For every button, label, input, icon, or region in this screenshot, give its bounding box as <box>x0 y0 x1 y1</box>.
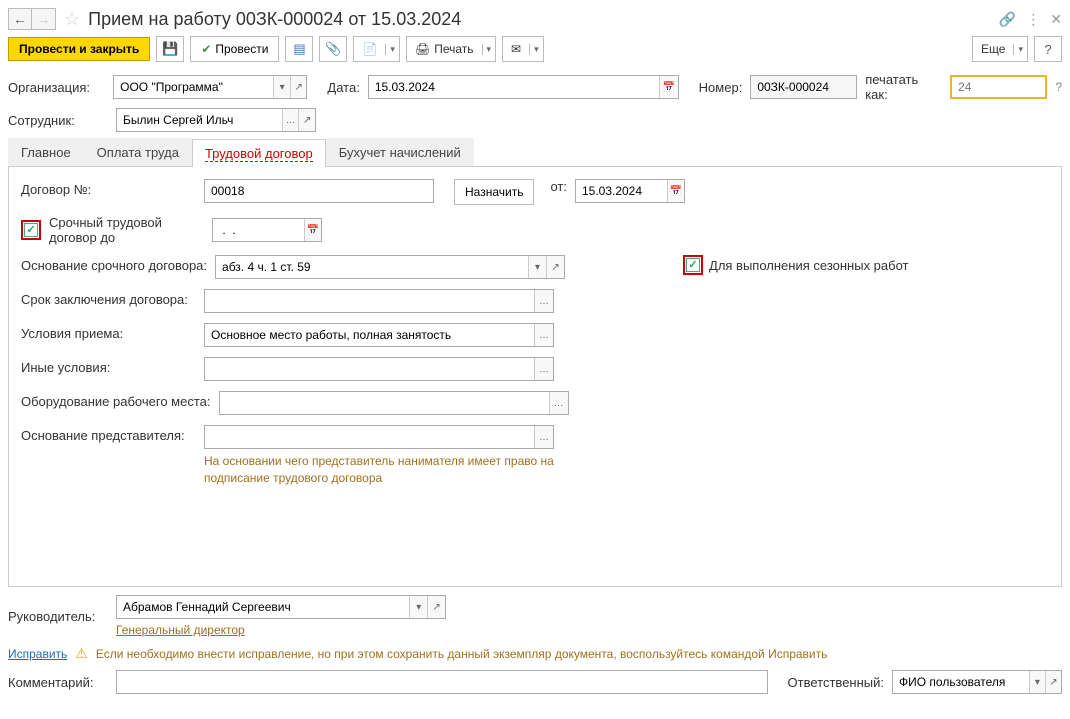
equipment-input[interactable] <box>220 392 549 414</box>
contract-from-label: от: <box>550 179 567 194</box>
fixed-term-date-input[interactable] <box>213 219 304 241</box>
favorite-star-icon[interactable]: ☆ <box>64 9 80 30</box>
window-title: Прием на работу 00ЗК-000024 от 15.03.202… <box>88 9 993 30</box>
employee-select-icon[interactable]: … <box>282 109 299 131</box>
contract-number-label: Договор №: <box>21 179 196 197</box>
other-select-icon[interactable]: … <box>534 358 553 380</box>
nav-back-button[interactable]: ← <box>8 8 32 30</box>
date-calendar-icon[interactable]: 📅 <box>659 76 678 98</box>
close-window-icon[interactable]: ✕ <box>1050 11 1062 28</box>
org-label: Организация: <box>8 80 105 95</box>
contract-number-input[interactable] <box>205 180 433 202</box>
assign-button[interactable]: Назначить <box>454 179 534 205</box>
folder-combo-button[interactable]: 📄▾ <box>353 36 399 62</box>
responsible-dropdown-icon[interactable]: ▾ <box>1029 671 1045 693</box>
rep-basis-hint: На основании чего представитель нанимате… <box>204 453 554 487</box>
number-input[interactable] <box>751 76 856 98</box>
post-button[interactable]: ✔Провести <box>190 36 279 62</box>
basis-input[interactable] <box>216 256 528 278</box>
manager-input[interactable] <box>117 596 409 618</box>
warning-icon: ⚠ <box>75 645 88 662</box>
document-icon-button[interactable]: ▤ <box>285 36 313 62</box>
rep-basis-select-icon[interactable]: … <box>534 426 553 448</box>
basis-label: Основание срочного договора: <box>21 255 207 273</box>
rep-basis-input[interactable] <box>205 426 534 448</box>
attach-button[interactable]: 📎 <box>319 36 347 62</box>
post-and-close-button[interactable]: Провести и закрыть <box>8 37 150 61</box>
tab-contract[interactable]: Трудовой договор <box>192 139 326 167</box>
print-as-help-icon[interactable]: ? <box>1055 80 1062 94</box>
manager-position-link[interactable]: Генеральный директор <box>116 623 245 637</box>
basis-open-icon[interactable]: ↗ <box>546 256 564 278</box>
more-vertical-icon[interactable]: ⋮ <box>1026 11 1040 28</box>
responsible-label: Ответственный: <box>788 675 884 690</box>
org-dropdown-icon[interactable]: ▾ <box>273 76 290 98</box>
more-button[interactable]: Еще▾ <box>972 36 1028 62</box>
fixed-term-label: Срочный трудовой договор до <box>49 215 204 245</box>
term-select-icon[interactable]: … <box>534 290 553 312</box>
employee-input[interactable] <box>117 109 282 131</box>
manager-open-icon[interactable]: ↗ <box>427 596 445 618</box>
tab-main[interactable]: Главное <box>8 138 84 166</box>
help-button[interactable]: ? <box>1034 36 1062 62</box>
responsible-input[interactable] <box>893 671 1029 693</box>
tab-accounting[interactable]: Бухучет начислений <box>326 138 474 166</box>
seasonal-checkbox[interactable] <box>686 258 700 272</box>
print-as-label: печатать как: <box>865 72 942 102</box>
manager-dropdown-icon[interactable]: ▾ <box>409 596 427 618</box>
comment-input[interactable] <box>117 671 767 693</box>
conditions-input[interactable] <box>205 324 534 346</box>
equipment-label: Оборудование рабочего места: <box>21 391 211 409</box>
contract-from-calendar-icon[interactable]: 📅 <box>667 180 684 202</box>
responsible-open-icon[interactable]: ↗ <box>1045 671 1061 693</box>
rep-basis-label: Основание представителя: <box>21 425 196 443</box>
comment-label: Комментарий: <box>8 675 108 690</box>
other-input[interactable] <box>205 358 534 380</box>
term-label: Срок заключения договора: <box>21 289 196 307</box>
nav-forward-button[interactable]: → <box>32 8 56 30</box>
employee-label: Сотрудник: <box>8 113 108 128</box>
other-label: Иные условия: <box>21 357 196 375</box>
date-label: Дата: <box>327 80 359 95</box>
equipment-select-icon[interactable]: … <box>549 392 568 414</box>
tab-payment[interactable]: Оплата труда <box>84 138 192 166</box>
print-as-input[interactable] <box>952 77 1045 97</box>
manager-label: Руководитель: <box>8 609 108 624</box>
conditions-select-icon[interactable]: … <box>534 324 553 346</box>
contract-from-input[interactable] <box>576 180 667 202</box>
employee-open-icon[interactable]: ↗ <box>298 109 315 131</box>
org-input[interactable] <box>114 76 273 98</box>
fix-hint: Если необходимо внести исправление, но п… <box>96 647 828 661</box>
basis-dropdown-icon[interactable]: ▾ <box>528 256 546 278</box>
print-button[interactable]: 🖨 Печать▾ <box>406 36 496 62</box>
save-button[interactable]: 💾 <box>156 36 184 62</box>
conditions-label: Условия приема: <box>21 323 196 341</box>
fixed-term-checkbox[interactable] <box>24 223 38 237</box>
term-input[interactable] <box>205 290 534 312</box>
mail-combo-button[interactable]: ✉▾ <box>502 36 544 62</box>
link-icon[interactable]: 🔗 <box>999 11 1016 28</box>
fix-link[interactable]: Исправить <box>8 647 67 661</box>
number-label: Номер: <box>699 80 743 95</box>
fixed-term-calendar-icon[interactable]: 📅 <box>304 219 321 241</box>
date-input[interactable] <box>369 76 659 98</box>
seasonal-label: Для выполнения сезонных работ <box>709 258 908 273</box>
org-open-icon[interactable]: ↗ <box>290 76 307 98</box>
